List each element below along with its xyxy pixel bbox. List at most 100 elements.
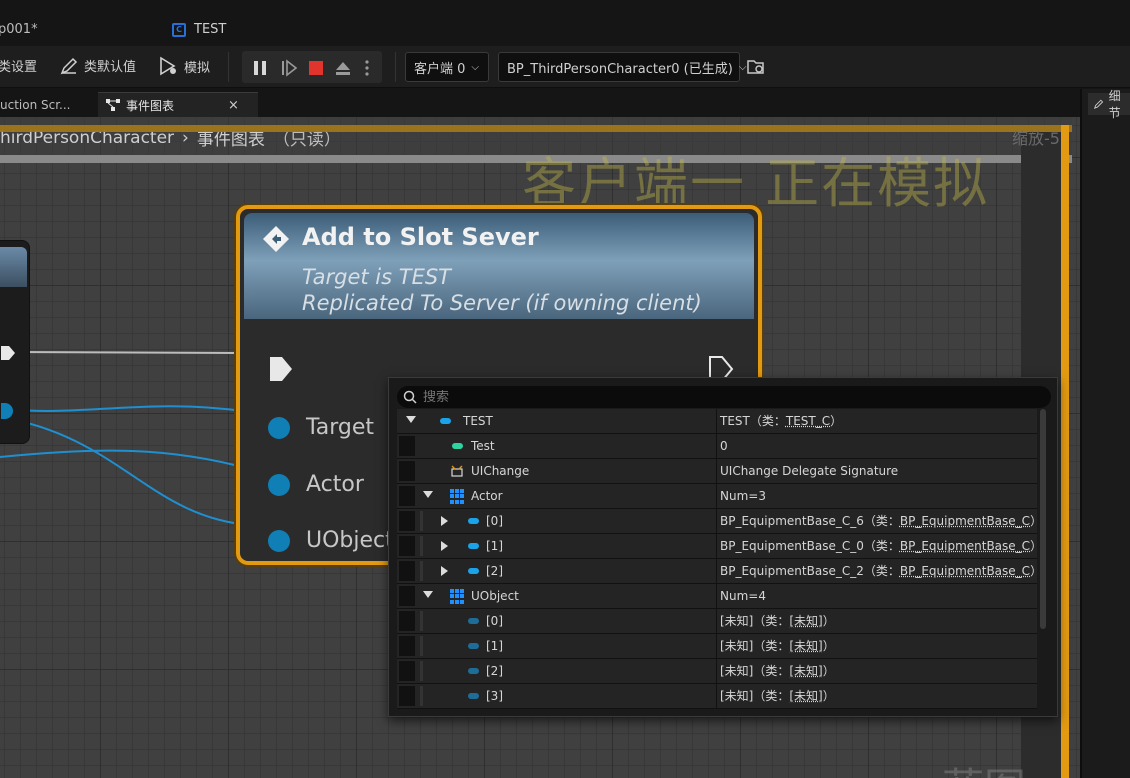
tab-event-graph[interactable]: 事件图表 × <box>98 92 258 117</box>
tree-row-label-cell: [2] <box>397 659 716 683</box>
value-suffix: ） <box>1030 539 1037 553</box>
tree-row[interactable]: [3] [未知]（类：[未知]） <box>397 684 1037 709</box>
tree-row-label-cell: [1] <box>397 534 716 558</box>
object-variable-icon <box>468 618 479 624</box>
target-pin[interactable] <box>268 417 290 439</box>
value-text: [未知]（类： <box>720 614 790 628</box>
value-text: TEST（类： <box>720 414 786 428</box>
uobject-pin[interactable] <box>268 530 290 552</box>
left-node-partial[interactable] <box>0 240 30 444</box>
search-bar[interactable] <box>397 386 1051 408</box>
indent-guide <box>399 511 415 531</box>
title-bar: p001* C TEST <box>0 0 1130 46</box>
tree-row[interactable]: [0] BP_EquipmentBase_C_6（类：BP_EquipmentB… <box>397 509 1037 534</box>
value-text: BP_EquipmentBase_C_2（类： <box>720 564 900 578</box>
tree-row[interactable]: [0] [未知]（类：[未知]） <box>397 609 1037 634</box>
indent-guide <box>420 661 423 681</box>
pencil-icon <box>1094 99 1104 109</box>
step-icon[interactable] <box>280 59 298 77</box>
toolbar: 类设置 类默认值 模拟 客户端 0 ⌵ BP_ThirdPersonCharac… <box>0 46 1130 88</box>
class-link[interactable]: TEST_C <box>786 414 830 428</box>
tree-row[interactable]: UObject Num=4 <box>397 584 1037 609</box>
asset-tab-label: TEST <box>194 22 227 37</box>
indent-guide <box>420 611 423 631</box>
tree-row-value: [未知]（类：[未知]） <box>716 684 1037 708</box>
tree-row-name: [0] <box>486 614 503 628</box>
simulate-button[interactable]: 模拟 <box>158 56 210 76</box>
exec-out-pin-icon[interactable] <box>1 345 15 361</box>
search-input[interactable] <box>423 389 983 405</box>
tree-row-value: BP_EquipmentBase_C_2（类：BP_EquipmentBase_… <box>716 559 1037 583</box>
tree-row-value: TEST（类：TEST_C） <box>716 409 1037 433</box>
node-title: Add to Slot Sever <box>302 223 539 251</box>
debug-tree: TEST TEST（类：TEST_C） Test 0 UIChange UICh… <box>397 409 1037 709</box>
more-options-icon[interactable] <box>362 59 372 77</box>
array-icon <box>450 489 465 504</box>
tree-row-value: [未知]（类：[未知]） <box>716 634 1037 658</box>
tree-row[interactable]: [2] [未知]（类：[未知]） <box>397 659 1037 684</box>
class-link[interactable]: BP_EquipmentBase_C <box>900 514 1030 528</box>
indent-guide <box>399 586 415 606</box>
tree-row-label-cell: [3] <box>397 684 716 708</box>
indent-guide <box>399 461 415 481</box>
target-pin-label: Target <box>306 415 375 440</box>
expand-arrow-icon[interactable] <box>423 491 433 498</box>
tree-row-label-cell: UIChange <box>397 459 716 483</box>
object-variable-icon <box>468 518 479 524</box>
tree-row-value: BP_EquipmentBase_C_0（类：BP_EquipmentBase_… <box>716 534 1037 558</box>
tab-details-label: 细节 <box>1108 89 1121 120</box>
class-link[interactable]: BP_EquipmentBase_C <box>900 539 1030 553</box>
tree-row[interactable]: UIChange UIChange Delegate Signature <box>397 459 1037 484</box>
class-link[interactable]: BP_EquipmentBase_C <box>900 564 1030 578</box>
toolbar-divider <box>228 52 229 82</box>
actor-pin[interactable] <box>268 474 290 496</box>
indent-guide <box>399 636 415 656</box>
asset-tab-test[interactable]: C TEST <box>172 22 226 37</box>
expand-arrow-icon[interactable] <box>441 541 448 551</box>
value-suffix: ） <box>830 414 843 428</box>
eject-icon[interactable] <box>334 59 352 77</box>
browse-object-icon[interactable] <box>746 58 766 76</box>
tree-row[interactable]: [1] BP_EquipmentBase_C_0（类：BP_EquipmentB… <box>397 534 1037 559</box>
tree-row-value: Num=4 <box>716 584 1037 608</box>
tree-row[interactable]: Test 0 <box>397 434 1037 459</box>
tab-construction-script[interactable]: uction Scr... <box>0 92 79 117</box>
tree-row[interactable]: [1] [未知]（类：[未知]） <box>397 634 1037 659</box>
node-subtitle-target: Target is TEST <box>302 265 451 289</box>
class-settings-button[interactable]: 类设置 <box>0 56 37 75</box>
class-defaults-button[interactable]: 类默认值 <box>60 56 136 75</box>
expand-arrow-icon[interactable] <box>441 566 448 576</box>
client-dropdown-value: 客户端 0 <box>414 61 466 77</box>
pause-icon[interactable] <box>251 59 269 77</box>
object-variable-icon <box>468 568 479 574</box>
expand-arrow-icon[interactable] <box>441 516 448 526</box>
tree-row-name: UIChange <box>471 464 530 478</box>
debug-object-dropdown[interactable]: BP_ThirdPersonCharacter0 (已生成) ⌵ <box>498 52 746 82</box>
scrollbar[interactable] <box>1040 409 1046 629</box>
object-out-pin-icon[interactable] <box>1 403 13 419</box>
document-tab-partial[interactable]: p001* <box>0 22 38 37</box>
tree-row[interactable]: Actor Num=3 <box>397 484 1037 509</box>
tree-row-label-cell: Test <box>397 434 716 458</box>
indent-guide <box>399 536 415 556</box>
class-link[interactable]: [未知] <box>789 639 822 653</box>
tree-row-value: UIChange Delegate Signature <box>716 459 1037 483</box>
class-defaults-label: 类默认值 <box>84 60 137 75</box>
tree-row-label-cell: [0] <box>397 609 716 633</box>
search-icon <box>403 390 417 404</box>
class-link[interactable]: [未知] <box>789 664 822 678</box>
tree-row[interactable]: TEST TEST（类：TEST_C） <box>397 409 1037 434</box>
expand-arrow-icon[interactable] <box>406 416 416 423</box>
stop-icon[interactable] <box>307 59 325 77</box>
class-link[interactable]: [未知] <box>789 614 822 628</box>
client-dropdown[interactable]: 客户端 0 ⌵ <box>405 52 489 82</box>
close-icon[interactable]: × <box>228 98 239 113</box>
class-link[interactable]: [未知] <box>789 689 822 703</box>
expand-arrow-icon[interactable] <box>423 591 433 598</box>
tree-row[interactable]: [2] BP_EquipmentBase_C_2（类：BP_EquipmentB… <box>397 559 1037 584</box>
tab-details[interactable]: 细节 <box>1088 89 1130 120</box>
object-wire <box>0 416 251 526</box>
exec-in-pin-icon[interactable] <box>268 355 294 383</box>
tree-row-name: Actor <box>471 489 503 503</box>
indent-guide <box>420 561 423 581</box>
